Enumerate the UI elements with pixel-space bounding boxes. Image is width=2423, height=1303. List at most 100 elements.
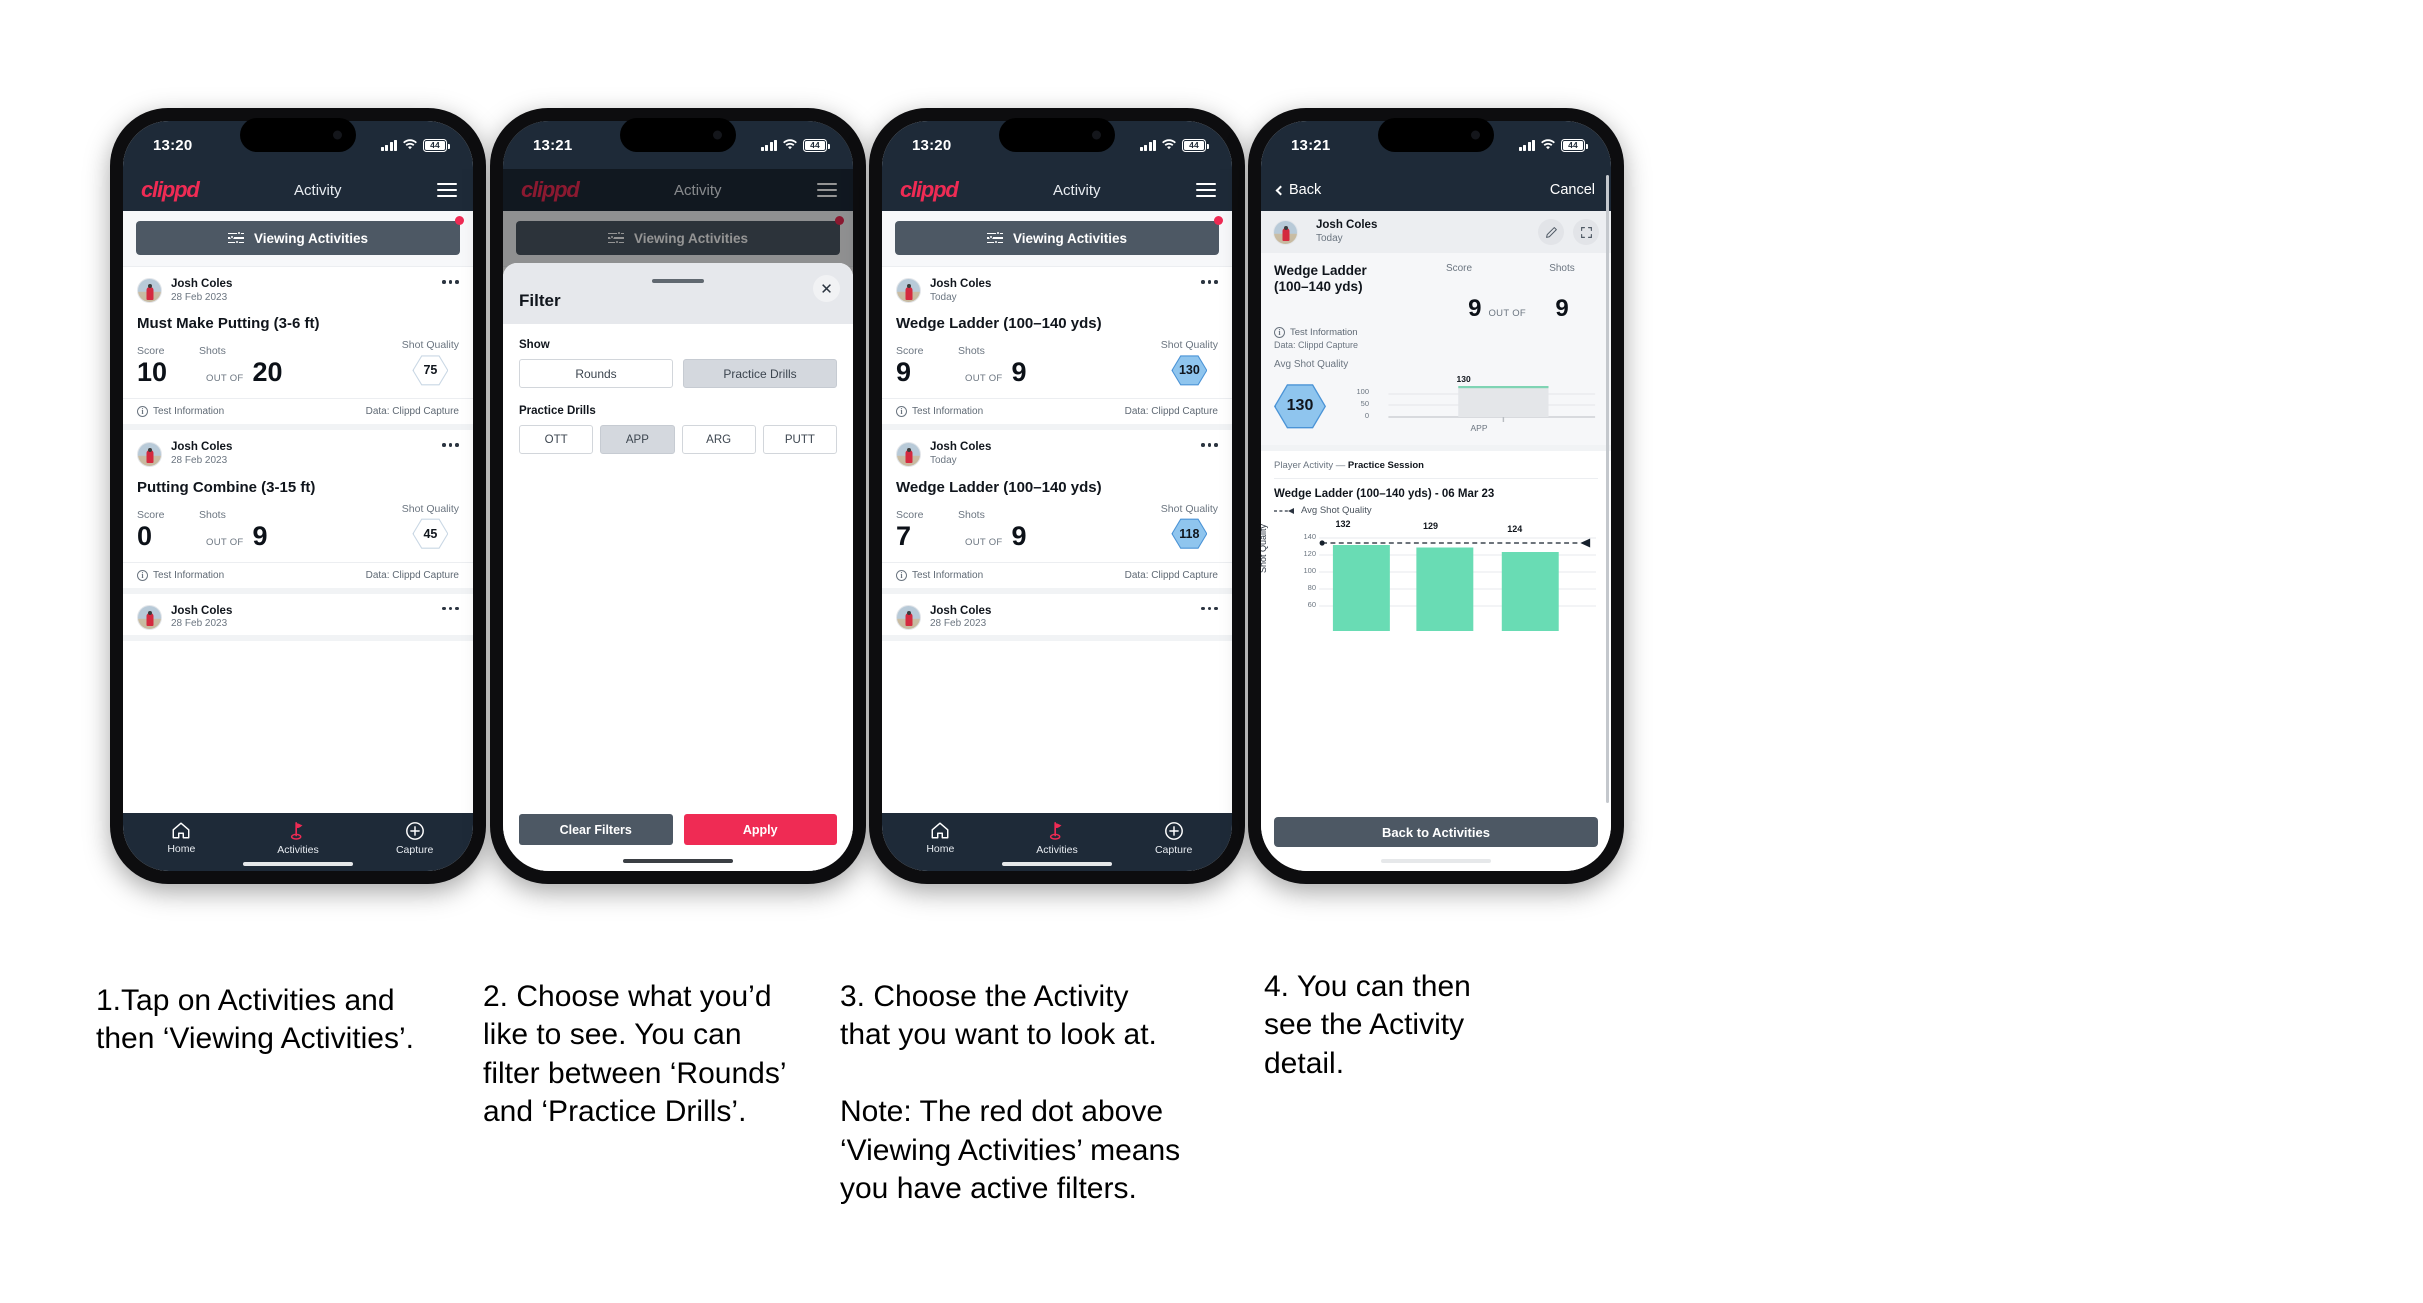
back-to-activities-button[interactable]: Back to Activities <box>1274 817 1598 847</box>
shots-label: Shots <box>1549 263 1575 274</box>
ytick-60: 60 <box>1307 600 1316 610</box>
phone-2: 13:21 44 clippd Activity Viewing Activit… <box>490 108 866 884</box>
pencil-icon[interactable] <box>1538 219 1564 245</box>
tab-home[interactable]: Home <box>905 821 975 855</box>
more-options-icon[interactable] <box>1201 443 1218 447</box>
battery-icon: 44 <box>423 138 450 152</box>
activity-title: Must Make Putting (3-6 ft) <box>137 315 320 333</box>
test-information-label: Test Information <box>153 406 225 418</box>
viewing-activities-label: Viewing Activities <box>1012 230 1128 246</box>
shot-quality-value: 118 <box>1172 519 1207 548</box>
avatar <box>896 604 921 630</box>
ytick-80: 80 <box>1307 583 1316 593</box>
test-information-label: Test Information <box>912 406 984 418</box>
modal-body: Show Rounds Practice Drills Practice Dri… <box>503 324 853 814</box>
more-options-icon[interactable] <box>1201 280 1218 284</box>
cellular-signal-icon <box>1518 139 1535 151</box>
modal-header: Filter ✕ <box>503 263 853 324</box>
tab-capture[interactable]: Capture <box>1139 821 1209 856</box>
wifi-icon <box>1541 139 1555 150</box>
notch <box>240 118 356 152</box>
shot-quality-badge: 118 <box>1171 518 1208 549</box>
clear-filters-button[interactable]: Clear Filters <box>519 814 673 845</box>
activity-feed[interactable]: Josh Coles 28 Feb 2023 Must Make Putting… <box>123 267 473 813</box>
battery-icon: 44 <box>1561 138 1588 152</box>
info-icon: i <box>896 569 907 581</box>
plus-circle-icon <box>405 821 424 840</box>
clippd-logo: clippd <box>141 177 200 202</box>
apply-button[interactable]: Apply <box>683 814 837 845</box>
activity-date: Today <box>930 454 957 466</box>
back-label: Back <box>1289 182 1322 198</box>
activity-title: Putting Combine (3-15 ft) <box>137 478 316 496</box>
viewing-activities-button[interactable]: Viewing Activities <box>895 221 1219 255</box>
option-rounds[interactable]: Rounds <box>519 359 673 388</box>
cancel-button[interactable]: Cancel <box>1550 182 1595 198</box>
more-options-icon[interactable] <box>1201 606 1218 611</box>
viewing-activities-label: Viewing Activities <box>253 230 369 246</box>
shot-quality-label: Shot Quality <box>401 502 459 515</box>
activity-card[interactable]: Josh Coles 28 Feb 2023 <box>123 593 473 642</box>
shot-quality-value: 75 <box>413 356 448 385</box>
tab-activities-label: Activities <box>277 843 319 856</box>
menu-icon[interactable] <box>1196 182 1216 198</box>
legend-dashed-arrow-icon <box>1274 507 1294 514</box>
detail-user-row: Josh Coles Today <box>1261 211 1611 253</box>
more-options-icon[interactable] <box>442 280 459 284</box>
option-arg[interactable]: ARG <box>681 425 756 454</box>
tab-home-label: Home <box>926 843 955 855</box>
bar-label-1: 132 <box>1335 519 1351 530</box>
activity-card[interactable]: Josh Coles Today Wedge Ladder (100–140 y… <box>882 267 1232 431</box>
score-value: 0 <box>137 520 153 551</box>
activity-card[interactable]: Josh Coles Today Wedge Ladder (100–140 y… <box>882 430 1232 594</box>
option-practice-drills[interactable]: Practice Drills <box>683 359 837 388</box>
tab-home[interactable]: Home <box>146 821 216 855</box>
ytick-120: 120 <box>1303 549 1316 559</box>
out-of-label: OUT OF <box>206 373 244 385</box>
activity-card[interactable]: Josh Coles 28 Feb 2023 Putting Combine (… <box>123 430 473 594</box>
session-bar-chart: 140 120 100 80 60 Shot Quality 132 129 1… <box>1261 519 1598 632</box>
score-value: 10 <box>137 357 168 388</box>
chevron-left-icon <box>1275 185 1286 195</box>
option-app[interactable]: APP <box>600 425 675 454</box>
viewing-activities-button[interactable]: Viewing Activities <box>136 221 460 255</box>
mini-ytick-50: 50 <box>1360 398 1369 408</box>
back-button[interactable]: Back <box>1275 182 1322 198</box>
activity-card[interactable]: Josh Coles 28 Feb 2023 Must Make Putting… <box>123 267 473 431</box>
info-icon: i <box>137 406 148 418</box>
detail-summary: Wedge Ladder (100–140 yds) Score Shots 9… <box>1261 253 1611 446</box>
mini-bar-label: 130 <box>1456 374 1471 385</box>
breadcrumb: Player Activity — Practice Session <box>1274 460 1598 480</box>
shots-label: Shots <box>199 345 226 358</box>
expand-icon[interactable] <box>1573 219 1599 245</box>
close-icon[interactable]: ✕ <box>813 275 840 302</box>
info-icon: i <box>896 406 907 418</box>
menu-icon[interactable] <box>437 182 457 198</box>
drag-handle[interactable] <box>652 279 704 283</box>
tab-capture[interactable]: Capture <box>380 821 450 856</box>
more-options-icon[interactable] <box>442 606 459 611</box>
avg-shot-quality-label: Avg Shot Quality <box>1274 359 1349 371</box>
battery-icon: 44 <box>1182 138 1209 152</box>
activity-card[interactable]: Josh Coles 28 Feb 2023 <box>882 593 1232 642</box>
shot-quality-badge: 75 <box>412 355 449 386</box>
user-name: Josh Coles <box>171 604 233 617</box>
more-options-icon[interactable] <box>442 443 459 447</box>
tab-activities[interactable]: Activities <box>1022 821 1092 856</box>
scroll-indicator[interactable] <box>1606 175 1609 803</box>
tab-activities[interactable]: Activities <box>263 821 333 856</box>
bar-label-3: 124 <box>1507 524 1523 535</box>
show-options: Rounds Practice Drills <box>519 359 837 388</box>
wifi-icon <box>783 139 797 150</box>
option-putt[interactable]: PUTT <box>762 425 837 454</box>
shot-quality-value: 130 <box>1172 356 1207 385</box>
cellular-signal-icon <box>1139 139 1156 151</box>
battery-level: 44 <box>1189 140 1199 150</box>
sliders-icon <box>227 230 244 245</box>
filter-zone: Viewing Activities <box>123 211 473 267</box>
breadcrumb-prefix: Player Activity — <box>1274 460 1348 472</box>
option-ott[interactable]: OTT <box>519 425 594 454</box>
ytick-100: 100 <box>1303 566 1316 576</box>
caption-step-4: 4. You can then see the Activity detail. <box>1264 970 1471 1080</box>
activity-feed[interactable]: Josh Coles Today Wedge Ladder (100–140 y… <box>882 267 1232 813</box>
